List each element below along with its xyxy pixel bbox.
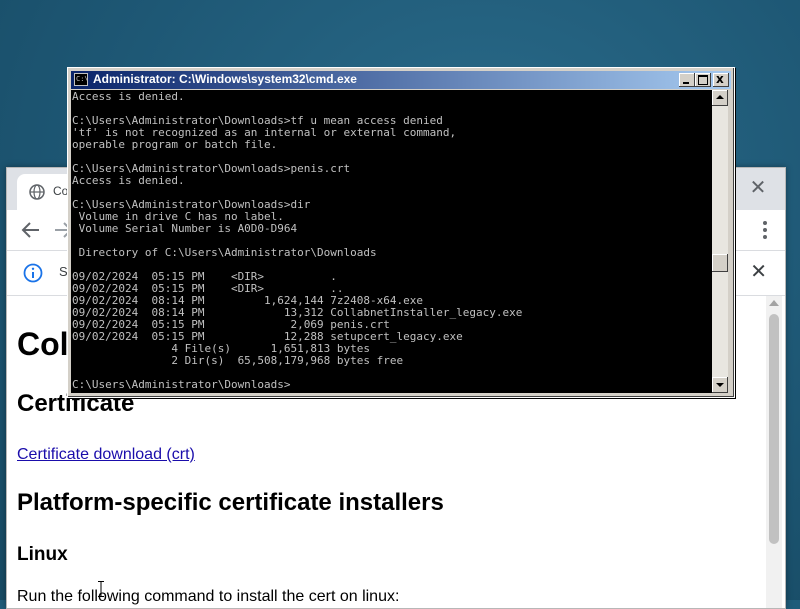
console-line: Access is denied. — [72, 174, 185, 187]
close-icon: x — [716, 72, 724, 86]
close-icon[interactable]: ✕ — [743, 172, 773, 202]
arrow-left-icon[interactable] — [19, 218, 43, 242]
cmd-app-icon-text: C:\ — [76, 75, 89, 83]
minimize-button[interactable] — [679, 73, 695, 87]
console-line: Volume Serial Number is A0D0-D964 — [72, 222, 298, 235]
cmd-app-icon: C:\ — [74, 73, 89, 86]
console-lines: Access is denied. C:\Users\Administrator\… — [72, 91, 522, 391]
page-scrollbar[interactable] — [766, 296, 782, 608]
console-line: Directory of C:\Users\Administrator\Down… — [72, 246, 377, 259]
console-line: C:\Users\Administrator\Downloads> — [72, 378, 291, 391]
scroll-up-arrow-icon[interactable] — [769, 300, 779, 306]
certificate-download-link[interactable]: Certificate download (crt) — [17, 446, 195, 464]
more-vertical-icon[interactable] — [759, 218, 771, 242]
close-button[interactable]: x — [713, 72, 729, 87]
text-cursor-icon — [98, 581, 104, 597]
cmd-window-title: Administrator: C:\Windows\system32\cmd.e… — [93, 72, 357, 86]
close-icon[interactable]: ✕ — [750, 259, 767, 283]
platform-installers-heading: Platform-specific certificate installers — [17, 489, 444, 516]
cmd-window: C:\ Administrator: C:\Windows\system32\c… — [67, 67, 735, 398]
linux-heading: Linux — [17, 544, 68, 565]
scrollbar-thumb[interactable] — [712, 254, 728, 272]
page-title: Col — [17, 326, 69, 362]
info-icon — [23, 263, 43, 283]
cmd-scrollbar[interactable] — [712, 90, 728, 393]
globe-icon — [29, 184, 45, 200]
linux-instructions: Run the following command to install the… — [17, 588, 400, 605]
console-line: 2 Dir(s) 65,508,179,968 bytes free — [72, 354, 404, 367]
scroll-up-button[interactable] — [712, 90, 728, 106]
console-line: Access is denied. — [72, 90, 185, 103]
console-line: operable program or batch file. — [72, 138, 278, 151]
cmd-titlebar[interactable]: C:\ Administrator: C:\Windows\system32\c… — [71, 71, 731, 89]
scrollbar-thumb[interactable] — [769, 314, 779, 544]
console-output[interactable]: Access is denied. C:\Users\Administrator\… — [71, 90, 712, 393]
maximize-button[interactable] — [695, 73, 711, 87]
scroll-down-button[interactable] — [712, 377, 728, 393]
